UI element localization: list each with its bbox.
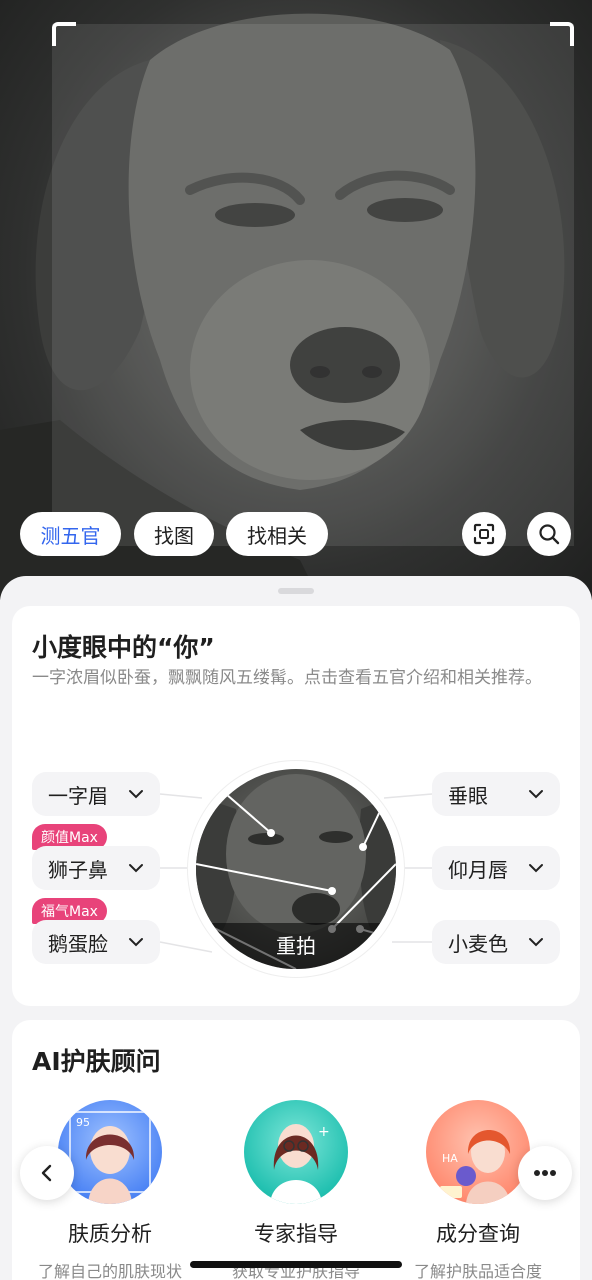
sheet-drag-handle[interactable]: [278, 588, 314, 594]
chip-face-analysis[interactable]: 测五官: [20, 512, 121, 556]
more-button[interactable]: [518, 1146, 572, 1200]
feature-tag-face-shape[interactable]: 鹅蛋脸: [32, 920, 160, 964]
chevron-left-icon: [41, 1164, 52, 1182]
chevron-down-icon: [129, 790, 143, 799]
scan-corner-top-left: [52, 22, 76, 46]
service-expert-guidance[interactable]: + 专家指导 获取专业护肤指导: [206, 1100, 386, 1280]
more-dots-icon: [534, 1170, 556, 1176]
chevron-down-icon: [529, 938, 543, 947]
feature-tag-eyebrow[interactable]: 一字眉: [32, 772, 160, 816]
scan-frame: [52, 24, 574, 546]
home-indicator[interactable]: [190, 1261, 402, 1268]
feature-tag-lips[interactable]: 仰月唇: [432, 846, 560, 890]
chevron-down-icon: [129, 938, 143, 947]
svg-text:+: +: [318, 1124, 330, 1140]
scan-button[interactable]: [462, 512, 506, 556]
face-thumbnail: 重拍: [196, 769, 396, 969]
chevron-down-icon: [529, 790, 543, 799]
chevron-down-icon: [129, 864, 143, 873]
card-description: 一字浓眉似卧蚕，飘飘随风五缕髯。点击查看五官介绍和相关推荐。: [32, 668, 542, 688]
scan-icon: [473, 523, 495, 545]
service-name: 肤质分析: [68, 1222, 152, 1246]
face-profile-card: 小度眼中的“你” 一字浓眉似卧蚕，飘飘随风五缕髯。点击查看五官介绍和相关推荐。 …: [12, 606, 580, 1006]
feature-tag-skin-tone[interactable]: 小麦色: [432, 920, 560, 964]
service-name: 成分查询: [436, 1222, 520, 1246]
chevron-down-icon: [529, 864, 543, 873]
feature-tag-nose[interactable]: 狮子鼻: [32, 846, 160, 890]
ai-skin-advisor-card: AI护肤顾问 95 肤质分析 了解自己的肌肤现状 + 专家指导 获取专业护肤指导…: [12, 1020, 580, 1280]
feature-tag-eyes[interactable]: 垂眼: [432, 772, 560, 816]
service-name: 专家指导: [254, 1222, 338, 1246]
svg-text:95: 95: [76, 1116, 90, 1129]
result-sheet: 小度眼中的“你” 一字浓眉似卧蚕，飘飘随风五缕髯。点击查看五官介绍和相关推荐。 …: [0, 576, 592, 1280]
scan-corner-top-right: [550, 22, 574, 46]
expert-guidance-icon: +: [244, 1100, 348, 1204]
face-thumbnail-frame: 重拍: [188, 761, 404, 977]
ingredient-lookup-icon: HA: [426, 1100, 530, 1204]
retake-button[interactable]: 重拍: [196, 923, 396, 969]
card-title: 小度眼中的“你”: [32, 633, 215, 662]
chip-find-image[interactable]: 找图: [134, 512, 214, 556]
svg-text:HA: HA: [442, 1152, 458, 1165]
back-button[interactable]: [20, 1146, 74, 1200]
photo-viewer: 测五官 找图 找相关: [0, 0, 592, 600]
chip-find-related[interactable]: 找相关: [226, 512, 328, 556]
service-subtitle: 了解护肤品适合度: [413, 1262, 542, 1280]
skin-analysis-icon: 95: [58, 1100, 162, 1204]
search-button[interactable]: [527, 512, 571, 556]
card-title: AI护肤顾问: [32, 1047, 161, 1076]
service-subtitle: 了解自己的肌肤现状: [37, 1262, 182, 1280]
search-icon: [539, 524, 560, 545]
